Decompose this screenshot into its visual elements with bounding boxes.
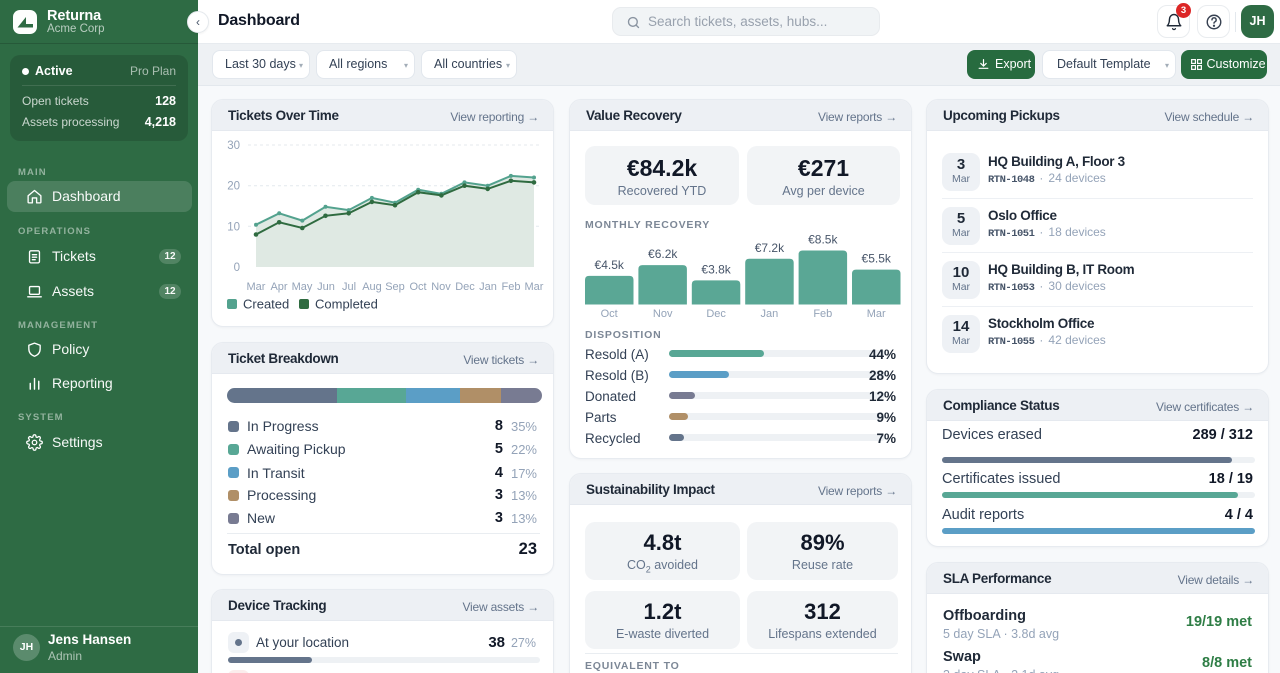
svg-text:€4.5k: €4.5k (595, 258, 625, 272)
svg-text:Created: Created (243, 297, 289, 312)
svg-text:Feb: Feb (502, 281, 521, 293)
svg-text:Jun: Jun (317, 281, 335, 293)
svg-text:Dec: Dec (706, 308, 726, 320)
svg-text:Oct: Oct (601, 308, 618, 320)
svg-text:30: 30 (227, 140, 240, 152)
svg-text:Jul: Jul (342, 281, 356, 293)
svg-text:€8.5k: €8.5k (808, 233, 838, 247)
svg-text:€7.2k: €7.2k (755, 241, 785, 255)
svg-text:10: 10 (227, 221, 240, 233)
svg-text:Mar: Mar (247, 281, 266, 293)
svg-text:€3.8k: €3.8k (701, 262, 731, 276)
svg-text:Dec: Dec (455, 281, 475, 293)
svg-text:Mar: Mar (867, 308, 886, 320)
svg-text:Apr: Apr (270, 281, 287, 293)
svg-text:Jan: Jan (479, 281, 497, 293)
svg-text:Nov: Nov (431, 281, 451, 293)
svg-text:Oct: Oct (409, 281, 426, 293)
svg-text:Feb: Feb (813, 308, 832, 320)
svg-text:€5.5k: €5.5k (862, 252, 892, 266)
svg-text:Mar: Mar (525, 281, 544, 293)
svg-text:Sep: Sep (385, 281, 405, 293)
svg-text:May: May (292, 281, 313, 293)
svg-text:Jan: Jan (761, 308, 779, 320)
svg-text:20: 20 (227, 181, 240, 193)
svg-text:€6.2k: €6.2k (648, 247, 678, 261)
svg-text:Completed: Completed (315, 297, 378, 312)
svg-text:0: 0 (234, 262, 240, 274)
svg-text:Nov: Nov (653, 308, 673, 320)
svg-text:Aug: Aug (362, 281, 382, 293)
